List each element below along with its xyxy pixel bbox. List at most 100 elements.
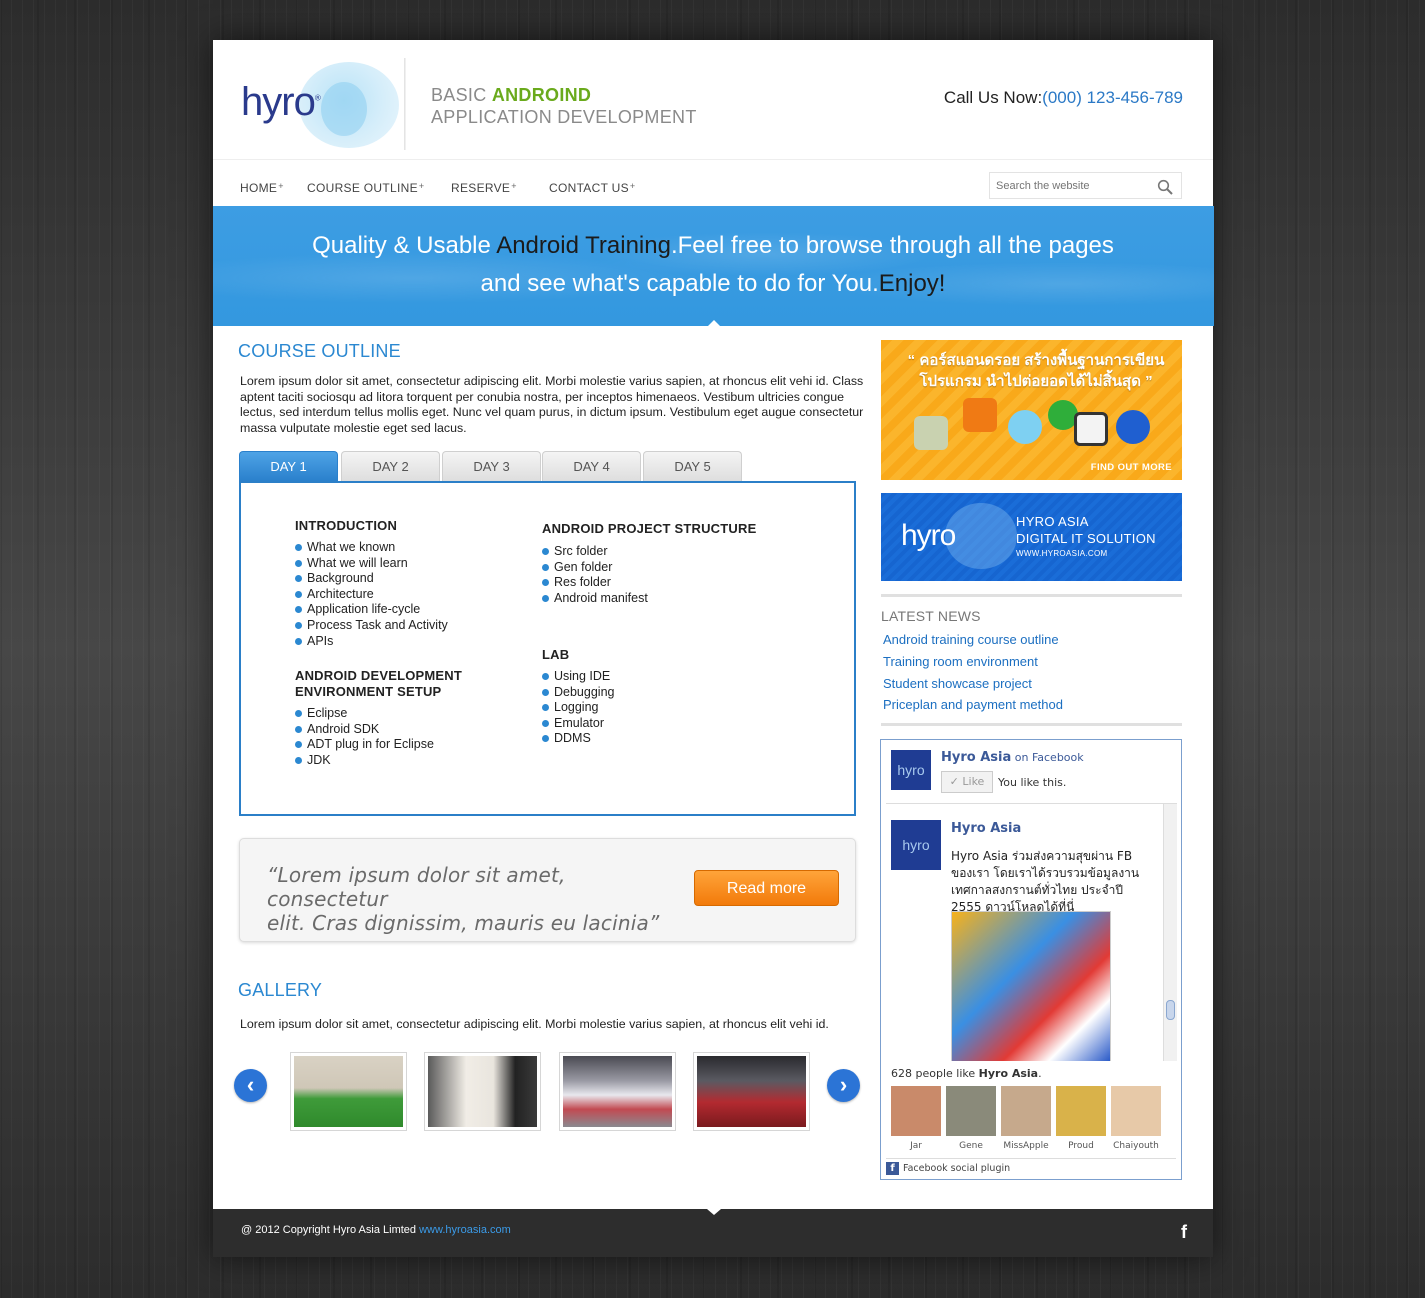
header: hyro® BASIC ANDROIND APPLICATION DEVELOP… — [213, 40, 1213, 160]
gallery-photo-billiards — [294, 1056, 403, 1127]
nav-item-reserve[interactable]: RESERVE+ — [451, 181, 517, 195]
list-item: Android SDK — [295, 722, 434, 738]
search-input[interactable] — [990, 173, 1150, 198]
fb-like-count: 628 people like Hyro Asia. — [891, 1067, 1042, 1080]
list-item: What we will learn — [295, 556, 448, 572]
fan-name[interactable]: MissApple — [1001, 1141, 1051, 1151]
list-item: Emulator — [542, 716, 614, 732]
search-box — [989, 172, 1182, 199]
fan-avatar[interactable] — [1111, 1086, 1161, 1136]
gallery-photo-presentation — [697, 1056, 806, 1127]
news-link[interactable]: Priceplan and payment method — [883, 697, 1063, 712]
call-phone[interactable]: (000) 123-456-789 — [1042, 88, 1183, 107]
tab-day-3[interactable]: DAY 3 — [442, 451, 541, 481]
nav-item-home[interactable]: HOME+ — [240, 181, 284, 195]
lab-list: Using IDE Debugging Logging Emulator DDM… — [542, 669, 614, 747]
site-logo[interactable]: hyro® — [239, 60, 399, 150]
call-label: Call Us Now: — [943, 88, 1043, 107]
fb-page-link[interactable]: Hyro Asia — [941, 750, 1011, 765]
list-item: Android manifest — [542, 591, 648, 607]
news-link[interactable]: Student showcase project — [883, 676, 1032, 691]
post-text: Hyro Asia ร่วมส่งความสุขผ่าน FB ของเรา โ… — [951, 849, 1140, 914]
list-item: Gen folder — [542, 560, 648, 576]
fan-avatar[interactable] — [946, 1086, 996, 1136]
list-item: ADT plug in for Eclipse — [295, 737, 434, 753]
site-title: BASIC ANDROIND APPLICATION DEVELOPMENT — [431, 84, 697, 128]
chevron-left-icon: ‹ — [246, 1072, 255, 1097]
copyright: @ 2012 Copyright Hyro Asia Limted www.hy… — [241, 1224, 511, 1236]
fan-name[interactable]: Proud — [1056, 1141, 1106, 1151]
list-item: Process Task and Activity — [295, 618, 448, 634]
gallery-photo-classroom — [563, 1056, 672, 1127]
gallery-prev-button[interactable]: ‹ — [234, 1069, 267, 1102]
footer-site-link[interactable]: www.hyroasia.com — [419, 1224, 511, 1236]
post-image[interactable] — [951, 911, 1111, 1061]
gallery-heading: GALLERY — [238, 980, 323, 1000]
tab-day-5[interactable]: DAY 5 — [643, 451, 742, 481]
news-link[interactable]: Android training course outline — [883, 632, 1059, 647]
search-icon[interactable] — [1157, 179, 1173, 195]
find-out-more-link[interactable]: FIND OUT MORE — [1091, 462, 1172, 473]
fb-social-plugin-link[interactable]: Facebook social plugin — [903, 1163, 1010, 1174]
fan-name[interactable]: Gene — [946, 1141, 996, 1151]
fan-name[interactable]: Chaiyouth — [1111, 1141, 1161, 1151]
android-course-banner[interactable]: “ คอร์สแอนดรอย สร้างพื้นฐานการเขียน โปรแก… — [881, 340, 1182, 480]
hyro-asia-banner[interactable]: hyro HYRO ASIA DIGITAL IT SOLUTION WWW.HY… — [881, 493, 1182, 581]
post-author[interactable]: Hyro Asia — [951, 821, 1021, 836]
hero-notch — [708, 320, 720, 326]
fan-avatar[interactable] — [1056, 1086, 1106, 1136]
fan-avatar[interactable] — [1001, 1086, 1051, 1136]
fan-name[interactable]: Jar — [891, 1141, 941, 1151]
list-item: Res folder — [542, 575, 648, 591]
hero-line-1: Quality & Usable Android Training.Feel f… — [312, 232, 1114, 259]
gallery-thumb[interactable] — [693, 1052, 810, 1131]
fb-scrollbar[interactable] — [1163, 804, 1177, 1061]
list-item: JDK — [295, 753, 434, 769]
fb-scrollbar-thumb[interactable] — [1166, 1000, 1175, 1020]
tab-day-1[interactable]: DAY 1 — [239, 451, 338, 481]
gallery-thumb[interactable] — [559, 1052, 676, 1131]
nav-item-contact-us[interactable]: CONTACT US+ — [549, 181, 635, 195]
divider — [881, 723, 1182, 726]
list-item: APIs — [295, 634, 448, 650]
read-more-button[interactable]: Read more — [694, 870, 839, 906]
fan-avatar[interactable] — [891, 1086, 941, 1136]
list-item: Application life-cycle — [295, 602, 448, 618]
fb-like-button[interactable]: ✓ Like — [941, 771, 993, 793]
list-item: What we known — [295, 540, 448, 556]
logo-blob-inner — [321, 82, 367, 136]
gallery-thumb[interactable] — [424, 1052, 541, 1131]
gallery-next-button[interactable]: › — [827, 1069, 860, 1102]
tab-panel-day-1: INTRODUCTION What we known What we will … — [239, 481, 856, 816]
page: hyro® BASIC ANDROIND APPLICATION DEVELOP… — [213, 40, 1214, 1257]
structure-title: ANDROID PROJECT STRUCTURE — [542, 521, 757, 536]
world-map-bg — [213, 206, 1214, 326]
twitter-icon — [1008, 410, 1042, 444]
main-nav: HOME+ COURSE OUTLINE+ RESERVE+ CONTACT U… — [213, 160, 1213, 206]
latest-news-title: LATEST NEWS — [881, 608, 981, 624]
course-outline-heading: COURSE OUTLINE — [238, 341, 401, 361]
facebook-icon[interactable]: f — [1181, 1222, 1187, 1243]
tab-day-2[interactable]: DAY 2 — [341, 451, 440, 481]
fb-stream[interactable]: hyro Hyro Asia Hyro Asia ร่วมส่งความสุขผ… — [886, 803, 1177, 1061]
page-avatar[interactable]: hyro — [891, 750, 931, 790]
gallery-thumb[interactable] — [290, 1052, 407, 1131]
post-avatar[interactable]: hyro — [891, 820, 941, 870]
setup-title: ANDROID DEVELOPMENT ENVIRONMENT SETUP — [295, 668, 463, 699]
banner2-logo: hyro — [901, 519, 956, 552]
news-link[interactable]: Training room environment — [883, 654, 1038, 669]
call-us: Call Us Now:(000) 123-456-789 — [944, 88, 1183, 108]
banner2-title: HYRO ASIA DIGITAL IT SOLUTION — [1016, 514, 1156, 546]
bluetooth-icon — [1116, 410, 1150, 444]
quote-text: “Lorem ipsum dolor sit amet, consectetur… — [267, 863, 660, 935]
list-item: Using IDE — [542, 669, 614, 685]
gallery-text: Lorem ipsum dolor sit amet, consectetur … — [240, 1017, 829, 1031]
list-item: Eclipse — [295, 706, 434, 722]
list-item: Logging — [542, 700, 614, 716]
banner2-logo-blob — [945, 503, 1017, 569]
lab-title: LAB — [542, 647, 570, 662]
tab-day-4[interactable]: DAY 4 — [542, 451, 641, 481]
intro-title: INTRODUCTION — [295, 518, 398, 533]
header-divider — [404, 58, 406, 150]
nav-item-course-outline[interactable]: COURSE OUTLINE+ — [307, 181, 424, 195]
